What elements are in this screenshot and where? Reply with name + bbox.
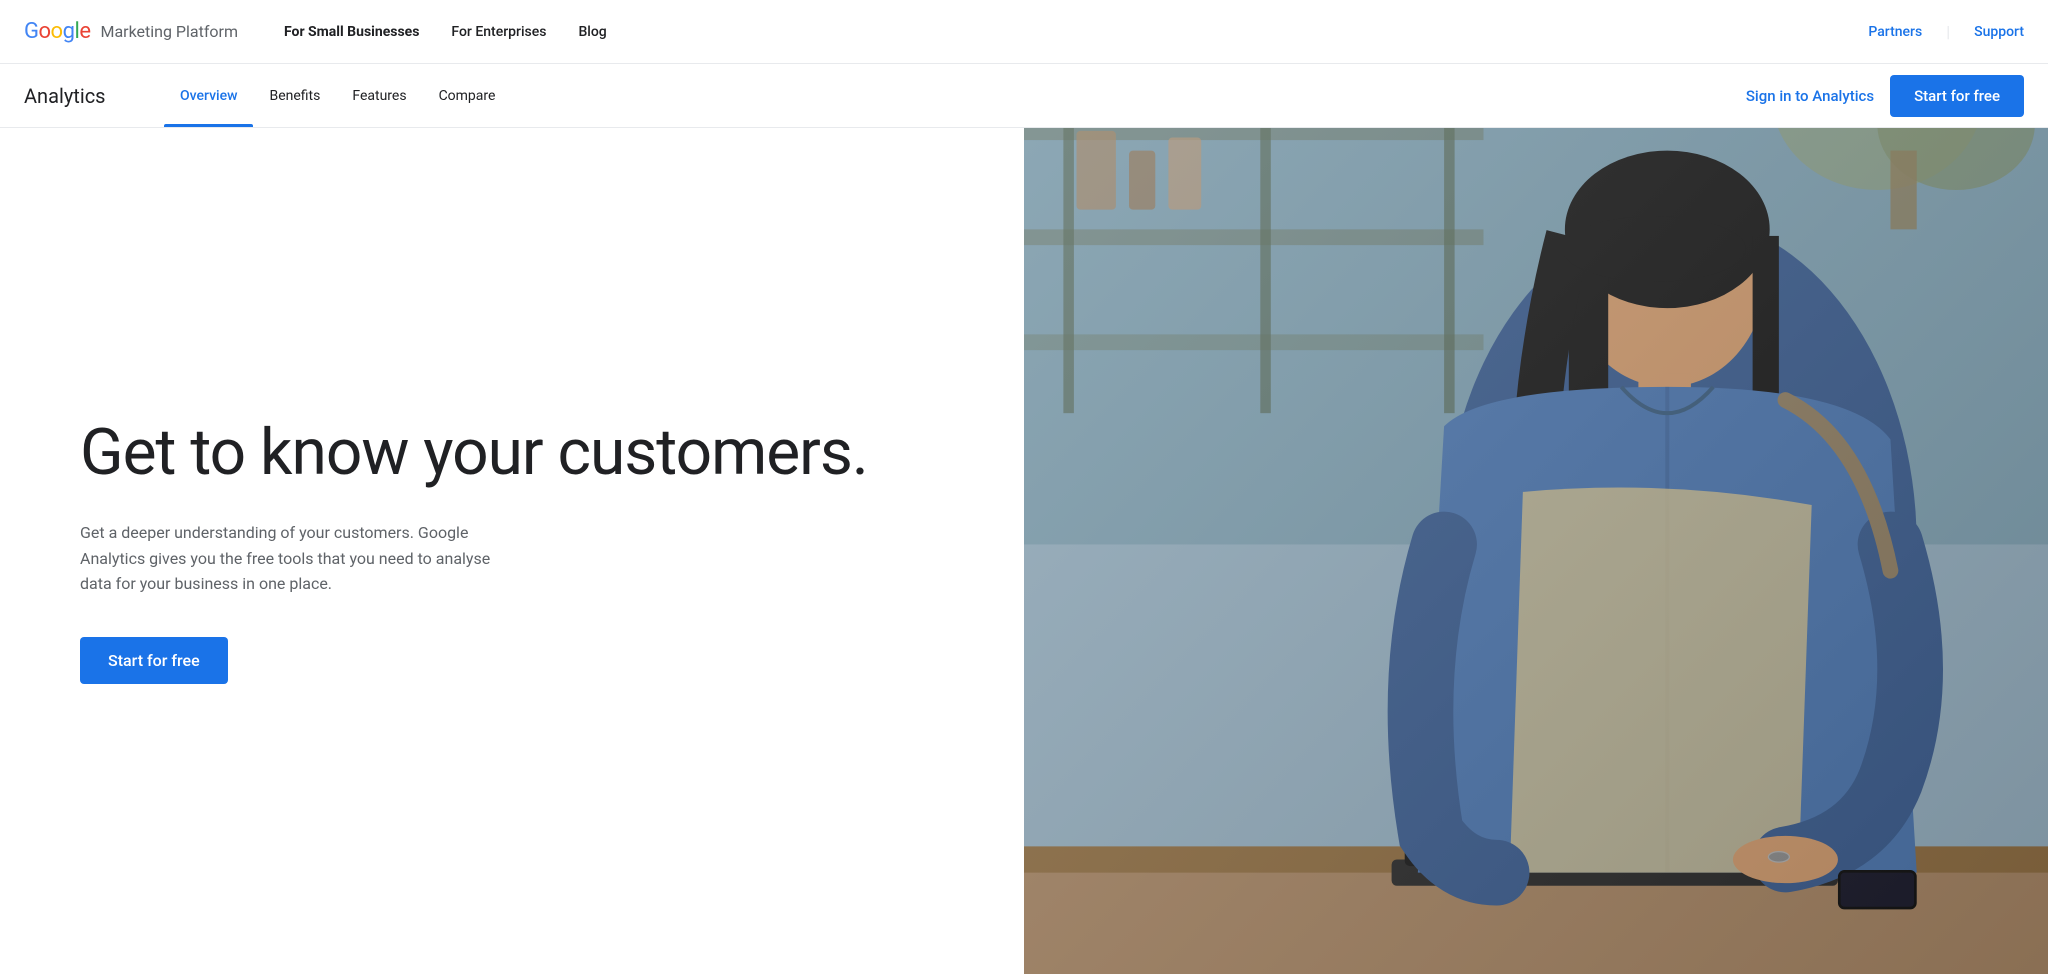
google-logo-link[interactable]: Google Marketing Platform [24,19,238,44]
logo-g: G [24,19,39,44]
top-nav-right: Partners | Support [1868,22,2024,41]
hero-photo [1024,128,2048,974]
nav-divider: | [1946,22,1950,41]
logo-o1: o [39,19,51,44]
hero-section: Get to know your customers. Get a deeper… [0,128,2048,974]
sub-navigation: Analytics Overview Benefits Features Com… [0,64,2048,128]
platform-name: Marketing Platform [100,22,238,41]
tab-benefits[interactable]: Benefits [253,64,336,127]
sign-in-link[interactable]: Sign in to Analytics [1746,87,1874,105]
logo-e: e [79,19,90,44]
tab-overview[interactable]: Overview [164,64,253,127]
logo-o2: o [51,19,63,44]
hero-illustration [1024,128,2048,974]
google-logo: Google [24,19,90,44]
hero-image [1024,128,2048,974]
analytics-brand: Analytics [24,84,124,108]
hero-description: Get a deeper understanding of your custo… [80,520,520,597]
sub-nav-tabs: Overview Benefits Features Compare [164,64,1746,127]
hero-start-free-button[interactable]: Start for free [80,637,228,684]
support-link[interactable]: Support [1974,24,2024,40]
tab-compare[interactable]: Compare [423,64,512,127]
logo-g2: g [63,19,75,44]
hero-headline: Get to know your customers. [80,418,944,488]
sub-nav-right: Sign in to Analytics Start for free [1746,75,2024,117]
tab-features[interactable]: Features [336,64,422,127]
nav-link-blog[interactable]: Blog [564,16,620,48]
top-nav-links: For Small Businesses For Enterprises Blo… [270,16,1868,48]
start-free-button-header[interactable]: Start for free [1890,75,2024,117]
top-navigation: Google Marketing Platform For Small Busi… [0,0,2048,64]
hero-content: Get to know your customers. Get a deeper… [0,128,1024,974]
nav-link-small-business[interactable]: For Small Businesses [270,16,433,48]
partners-link[interactable]: Partners [1868,24,1922,40]
nav-link-enterprises[interactable]: For Enterprises [437,16,560,48]
